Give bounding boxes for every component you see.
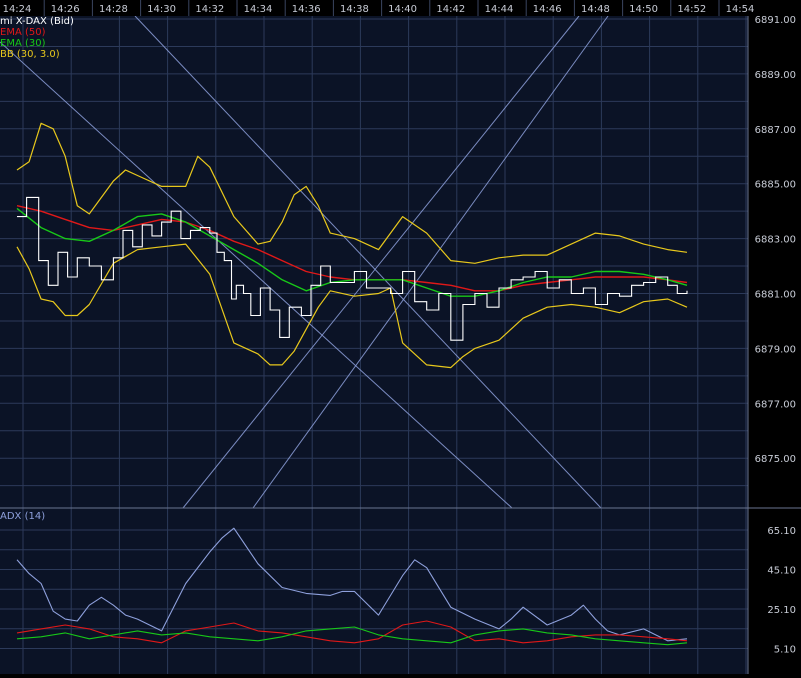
adx-legend-entry: ADX (14) [0,511,45,522]
price-tick-label: 6881.00 [755,290,796,301]
price-tick-label: 6883.00 [755,235,796,246]
time-tick-label: 14:36 [292,4,321,15]
price-tick-label: 6887.00 [755,125,796,136]
price-tick-label: 6875.00 [755,454,796,465]
time-tick-label: 14:54 [726,4,755,15]
adx-tick-label: 45.10 [767,566,796,577]
adx-tick-label: 5.10 [774,645,796,656]
legend-entry: mi X-DAX (Bid) [0,16,74,27]
time-tick-label: 14:50 [629,4,658,15]
time-tick-label: 14:28 [99,4,128,15]
time-tick-label: 14:24 [3,4,32,15]
price-tick-label: 6889.00 [755,70,796,81]
time-tick-label: 14:26 [51,4,80,15]
adx-tick-label: 25.10 [767,605,796,616]
time-tick-label: 14:42 [436,4,465,15]
price-tick-label: 6879.00 [755,344,796,355]
time-tick-label: 14:48 [581,4,610,15]
price-tick-label: 6891.00 [755,15,796,26]
time-tick-label: 14:52 [677,4,706,15]
time-tick-label: 14:46 [533,4,562,15]
chart-window: 14:24 14:26 14:28 14:30 14:32 14:34 14:36 14:38… [0,0,801,674]
time-tick-label: 14:34 [244,4,273,15]
legend-entry: BB (30, 3.0) [0,49,60,60]
adx-tick-label: 65.10 [767,526,796,537]
time-tick-label: 14:40 [388,4,417,15]
legend-entry: EMA (50) [0,27,46,38]
time-tick-label: 14:38 [340,4,369,15]
price-tick-label: 6877.00 [755,399,796,410]
time-tick-label: 14:32 [195,4,224,15]
price-tick-label: 6885.00 [755,180,796,191]
time-tick-label: 14:30 [147,4,176,15]
legend-entry: EMA (30) [0,38,46,49]
time-tick-label: 14:44 [485,4,514,15]
chart-svg: 14:24 14:26 14:28 14:30 14:32 14:34 14:36 14:38… [0,0,801,674]
